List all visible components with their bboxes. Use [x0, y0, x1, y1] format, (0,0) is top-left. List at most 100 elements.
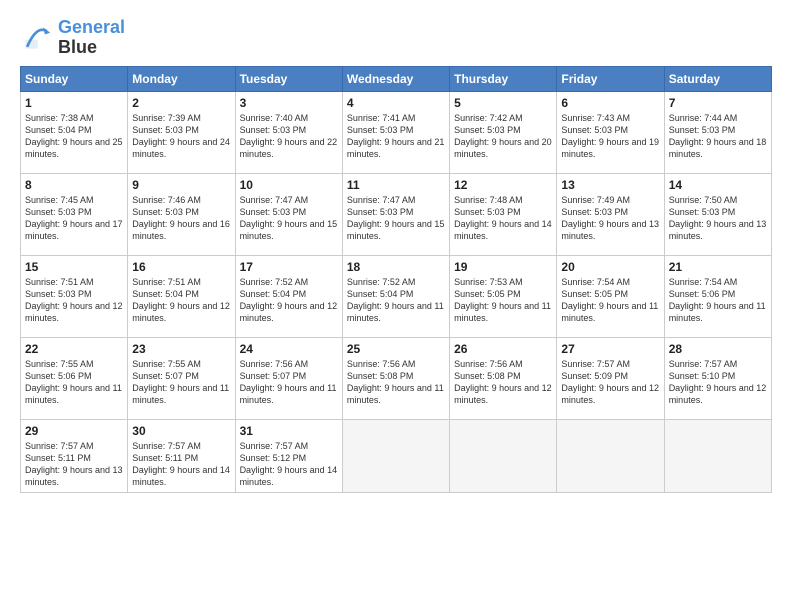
calendar-cell: 4 Sunrise: 7:41 AM Sunset: 5:03 PM Dayli…	[342, 91, 449, 173]
daylight-label: Daylight: 9 hours and 12 minutes.	[25, 301, 123, 323]
page: General Blue SundayMondayTuesdayWednesda…	[0, 0, 792, 612]
sunrise-label: Sunrise: 7:39 AM	[132, 113, 201, 123]
header: General Blue	[20, 18, 772, 58]
daylight-label: Daylight: 9 hours and 18 minutes.	[669, 137, 767, 159]
sunset-label: Sunset: 5:06 PM	[25, 371, 92, 381]
day-number: 11	[347, 178, 445, 192]
calendar-cell	[450, 419, 557, 493]
logo: General Blue	[20, 18, 125, 58]
sunset-label: Sunset: 5:06 PM	[669, 289, 736, 299]
sunrise-label: Sunrise: 7:55 AM	[25, 359, 94, 369]
sunset-label: Sunset: 5:04 PM	[132, 289, 199, 299]
day-info: Sunrise: 7:39 AM Sunset: 5:03 PM Dayligh…	[132, 112, 230, 161]
day-number: 21	[669, 260, 767, 274]
day-info: Sunrise: 7:55 AM Sunset: 5:07 PM Dayligh…	[132, 358, 230, 407]
sunset-label: Sunset: 5:08 PM	[454, 371, 521, 381]
sunset-label: Sunset: 5:03 PM	[347, 125, 414, 135]
calendar-cell: 31 Sunrise: 7:57 AM Sunset: 5:12 PM Dayl…	[235, 419, 342, 493]
calendar-cell: 11 Sunrise: 7:47 AM Sunset: 5:03 PM Dayl…	[342, 173, 449, 255]
sunset-label: Sunset: 5:04 PM	[25, 125, 92, 135]
day-info: Sunrise: 7:45 AM Sunset: 5:03 PM Dayligh…	[25, 194, 123, 243]
calendar-cell: 21 Sunrise: 7:54 AM Sunset: 5:06 PM Dayl…	[664, 255, 771, 337]
daylight-label: Daylight: 9 hours and 20 minutes.	[454, 137, 552, 159]
daylight-label: Daylight: 9 hours and 13 minutes.	[669, 219, 767, 241]
calendar-cell: 30 Sunrise: 7:57 AM Sunset: 5:11 PM Dayl…	[128, 419, 235, 493]
calendar-cell: 3 Sunrise: 7:40 AM Sunset: 5:03 PM Dayli…	[235, 91, 342, 173]
daylight-label: Daylight: 9 hours and 25 minutes.	[25, 137, 123, 159]
logo-text: General Blue	[58, 18, 125, 58]
calendar-cell: 28 Sunrise: 7:57 AM Sunset: 5:10 PM Dayl…	[664, 337, 771, 419]
sunset-label: Sunset: 5:08 PM	[347, 371, 414, 381]
calendar-cell: 2 Sunrise: 7:39 AM Sunset: 5:03 PM Dayli…	[128, 91, 235, 173]
day-info: Sunrise: 7:57 AM Sunset: 5:09 PM Dayligh…	[561, 358, 659, 407]
day-number: 29	[25, 424, 123, 438]
calendar-cell: 25 Sunrise: 7:56 AM Sunset: 5:08 PM Dayl…	[342, 337, 449, 419]
sunrise-label: Sunrise: 7:54 AM	[669, 277, 738, 287]
sunrise-label: Sunrise: 7:57 AM	[132, 441, 201, 451]
calendar-cell: 26 Sunrise: 7:56 AM Sunset: 5:08 PM Dayl…	[450, 337, 557, 419]
day-number: 1	[25, 96, 123, 110]
sunset-label: Sunset: 5:03 PM	[669, 207, 736, 217]
daylight-label: Daylight: 9 hours and 14 minutes.	[132, 465, 230, 487]
sunrise-label: Sunrise: 7:49 AM	[561, 195, 630, 205]
day-info: Sunrise: 7:51 AM Sunset: 5:03 PM Dayligh…	[25, 276, 123, 325]
day-number: 16	[132, 260, 230, 274]
day-number: 3	[240, 96, 338, 110]
calendar-cell: 8 Sunrise: 7:45 AM Sunset: 5:03 PM Dayli…	[21, 173, 128, 255]
day-number: 31	[240, 424, 338, 438]
sunrise-label: Sunrise: 7:41 AM	[347, 113, 416, 123]
day-number: 6	[561, 96, 659, 110]
sunset-label: Sunset: 5:03 PM	[132, 125, 199, 135]
day-info: Sunrise: 7:56 AM Sunset: 5:08 PM Dayligh…	[347, 358, 445, 407]
daylight-label: Daylight: 9 hours and 21 minutes.	[347, 137, 445, 159]
sunrise-label: Sunrise: 7:45 AM	[25, 195, 94, 205]
calendar-cell: 12 Sunrise: 7:48 AM Sunset: 5:03 PM Dayl…	[450, 173, 557, 255]
daylight-label: Daylight: 9 hours and 12 minutes.	[561, 383, 659, 405]
day-number: 17	[240, 260, 338, 274]
sunrise-label: Sunrise: 7:47 AM	[347, 195, 416, 205]
calendar-cell: 19 Sunrise: 7:53 AM Sunset: 5:05 PM Dayl…	[450, 255, 557, 337]
calendar-cell: 24 Sunrise: 7:56 AM Sunset: 5:07 PM Dayl…	[235, 337, 342, 419]
sunset-label: Sunset: 5:03 PM	[240, 207, 307, 217]
sunrise-label: Sunrise: 7:53 AM	[454, 277, 523, 287]
day-info: Sunrise: 7:57 AM Sunset: 5:11 PM Dayligh…	[132, 440, 230, 489]
day-info: Sunrise: 7:47 AM Sunset: 5:03 PM Dayligh…	[240, 194, 338, 243]
sunset-label: Sunset: 5:03 PM	[25, 207, 92, 217]
sunrise-label: Sunrise: 7:48 AM	[454, 195, 523, 205]
calendar-cell: 27 Sunrise: 7:57 AM Sunset: 5:09 PM Dayl…	[557, 337, 664, 419]
calendar-cell: 15 Sunrise: 7:51 AM Sunset: 5:03 PM Dayl…	[21, 255, 128, 337]
day-number: 18	[347, 260, 445, 274]
day-info: Sunrise: 7:38 AM Sunset: 5:04 PM Dayligh…	[25, 112, 123, 161]
day-info: Sunrise: 7:50 AM Sunset: 5:03 PM Dayligh…	[669, 194, 767, 243]
daylight-label: Daylight: 9 hours and 24 minutes.	[132, 137, 230, 159]
day-info: Sunrise: 7:53 AM Sunset: 5:05 PM Dayligh…	[454, 276, 552, 325]
day-number: 8	[25, 178, 123, 192]
day-number: 2	[132, 96, 230, 110]
sunset-label: Sunset: 5:11 PM	[132, 453, 198, 463]
sunrise-label: Sunrise: 7:47 AM	[240, 195, 309, 205]
calendar-cell: 9 Sunrise: 7:46 AM Sunset: 5:03 PM Dayli…	[128, 173, 235, 255]
day-number: 24	[240, 342, 338, 356]
daylight-label: Daylight: 9 hours and 12 minutes.	[669, 383, 767, 405]
sunrise-label: Sunrise: 7:56 AM	[454, 359, 523, 369]
calendar-cell	[342, 419, 449, 493]
day-number: 19	[454, 260, 552, 274]
sunset-label: Sunset: 5:03 PM	[454, 207, 521, 217]
weekday-header-monday: Monday	[128, 66, 235, 91]
day-number: 9	[132, 178, 230, 192]
day-number: 25	[347, 342, 445, 356]
calendar-cell: 20 Sunrise: 7:54 AM Sunset: 5:05 PM Dayl…	[557, 255, 664, 337]
calendar-cell: 14 Sunrise: 7:50 AM Sunset: 5:03 PM Dayl…	[664, 173, 771, 255]
sunset-label: Sunset: 5:05 PM	[561, 289, 628, 299]
daylight-label: Daylight: 9 hours and 11 minutes.	[240, 383, 337, 405]
sunrise-label: Sunrise: 7:46 AM	[132, 195, 201, 205]
daylight-label: Daylight: 9 hours and 11 minutes.	[561, 301, 658, 323]
day-number: 30	[132, 424, 230, 438]
sunset-label: Sunset: 5:07 PM	[132, 371, 199, 381]
sunrise-label: Sunrise: 7:56 AM	[240, 359, 309, 369]
weekday-header-saturday: Saturday	[664, 66, 771, 91]
weekday-header-thursday: Thursday	[450, 66, 557, 91]
day-number: 5	[454, 96, 552, 110]
day-info: Sunrise: 7:46 AM Sunset: 5:03 PM Dayligh…	[132, 194, 230, 243]
sunrise-label: Sunrise: 7:57 AM	[240, 441, 309, 451]
